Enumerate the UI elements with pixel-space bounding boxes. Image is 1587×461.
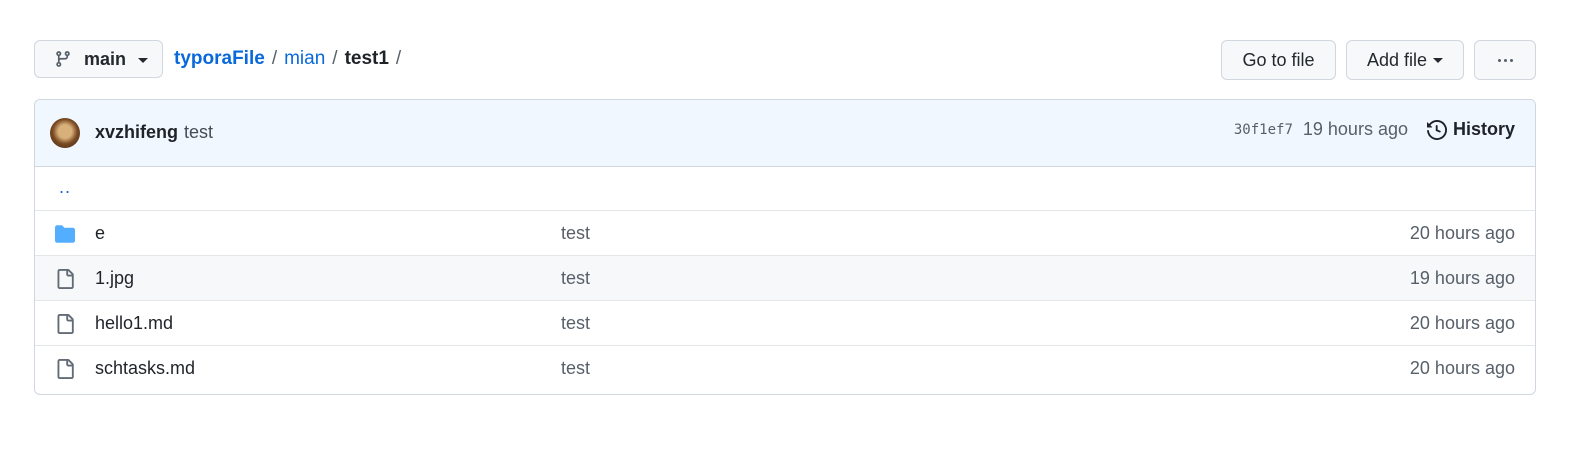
file-icon [55, 359, 75, 379]
git-branch-icon [54, 50, 72, 68]
chevron-down-icon [138, 57, 149, 63]
last-modified-time: 20 hours ago [1409, 358, 1515, 378]
table-row: schtasks.md test 20 hours ago [35, 346, 1535, 391]
commit-message-link[interactable]: test [561, 223, 590, 244]
file-name-link[interactable]: e [95, 223, 105, 244]
toolbar-actions: Go to file Add file [1221, 40, 1536, 80]
history-label: History [1452, 119, 1515, 139]
commit-summary: xvzhifeng test [95, 122, 213, 143]
add-file-label: Add file [1366, 49, 1428, 70]
commit-message-link[interactable]: test [561, 313, 590, 334]
kebab-horizontal-icon [1497, 58, 1513, 62]
commit-time: 19 hours ago [1302, 119, 1408, 139]
table-row: e test 20 hours ago [35, 211, 1535, 256]
branch-selector-button[interactable]: main [34, 40, 163, 78]
breadcrumb-current-folder: test1 [344, 48, 389, 69]
breadcrumb-separator: / [271, 48, 278, 69]
file-name-link[interactable]: schtasks.md [95, 358, 195, 379]
breadcrumb-separator: / [332, 48, 338, 69]
file-name-link[interactable]: hello1.md [95, 313, 173, 334]
branch-name: main [84, 48, 127, 69]
go-to-file-button[interactable]: Go to file [1221, 40, 1336, 80]
folder-icon [55, 224, 75, 244]
last-modified-time: 20 hours ago [1409, 313, 1515, 333]
commit-message-link[interactable]: test [561, 268, 590, 289]
history-button[interactable]: History [1426, 119, 1515, 140]
file-icon [55, 269, 75, 289]
breadcrumb-folder-link[interactable]: mian [284, 48, 325, 70]
breadcrumb-separator: / [395, 48, 402, 69]
latest-commit-bar: xvzhifeng test 30f1ef7 19 hours ago Hist… [35, 100, 1535, 167]
file-listing: xvzhifeng test 30f1ef7 19 hours ago Hist… [34, 99, 1536, 395]
file-icon [55, 314, 75, 334]
breadcrumb: typoraFile / mian / test1 / [174, 40, 408, 78]
breadcrumb-repo-link[interactable]: typoraFile [174, 48, 265, 70]
avatar[interactable] [50, 118, 80, 148]
last-modified-time: 20 hours ago [1409, 223, 1515, 243]
triangle-down-icon [1433, 57, 1444, 63]
table-row: 1.jpg test 19 hours ago [35, 256, 1535, 301]
more-options-button[interactable] [1474, 40, 1536, 80]
commit-message-link[interactable]: test [561, 358, 590, 379]
add-file-button[interactable]: Add file [1346, 40, 1464, 80]
table-row: hello1.md test 20 hours ago [35, 301, 1535, 346]
parent-directory-row: .. [35, 167, 1535, 211]
commit-details: 30f1ef7 19 hours ago History [1234, 119, 1515, 140]
commit-message-link[interactable]: test [184, 122, 213, 143]
last-modified-time: 19 hours ago [1409, 268, 1515, 288]
commit-sha-link[interactable]: 30f1ef7 [1234, 122, 1293, 138]
file-name-link[interactable]: 1.jpg [95, 268, 134, 289]
commit-author-link[interactable]: xvzhifeng [95, 122, 178, 143]
file-navigation-toolbar: main typoraFile / mian / test1 / Go to f… [34, 40, 1536, 80]
history-icon [1426, 119, 1447, 140]
parent-directory-link[interactable]: .. [59, 177, 71, 198]
